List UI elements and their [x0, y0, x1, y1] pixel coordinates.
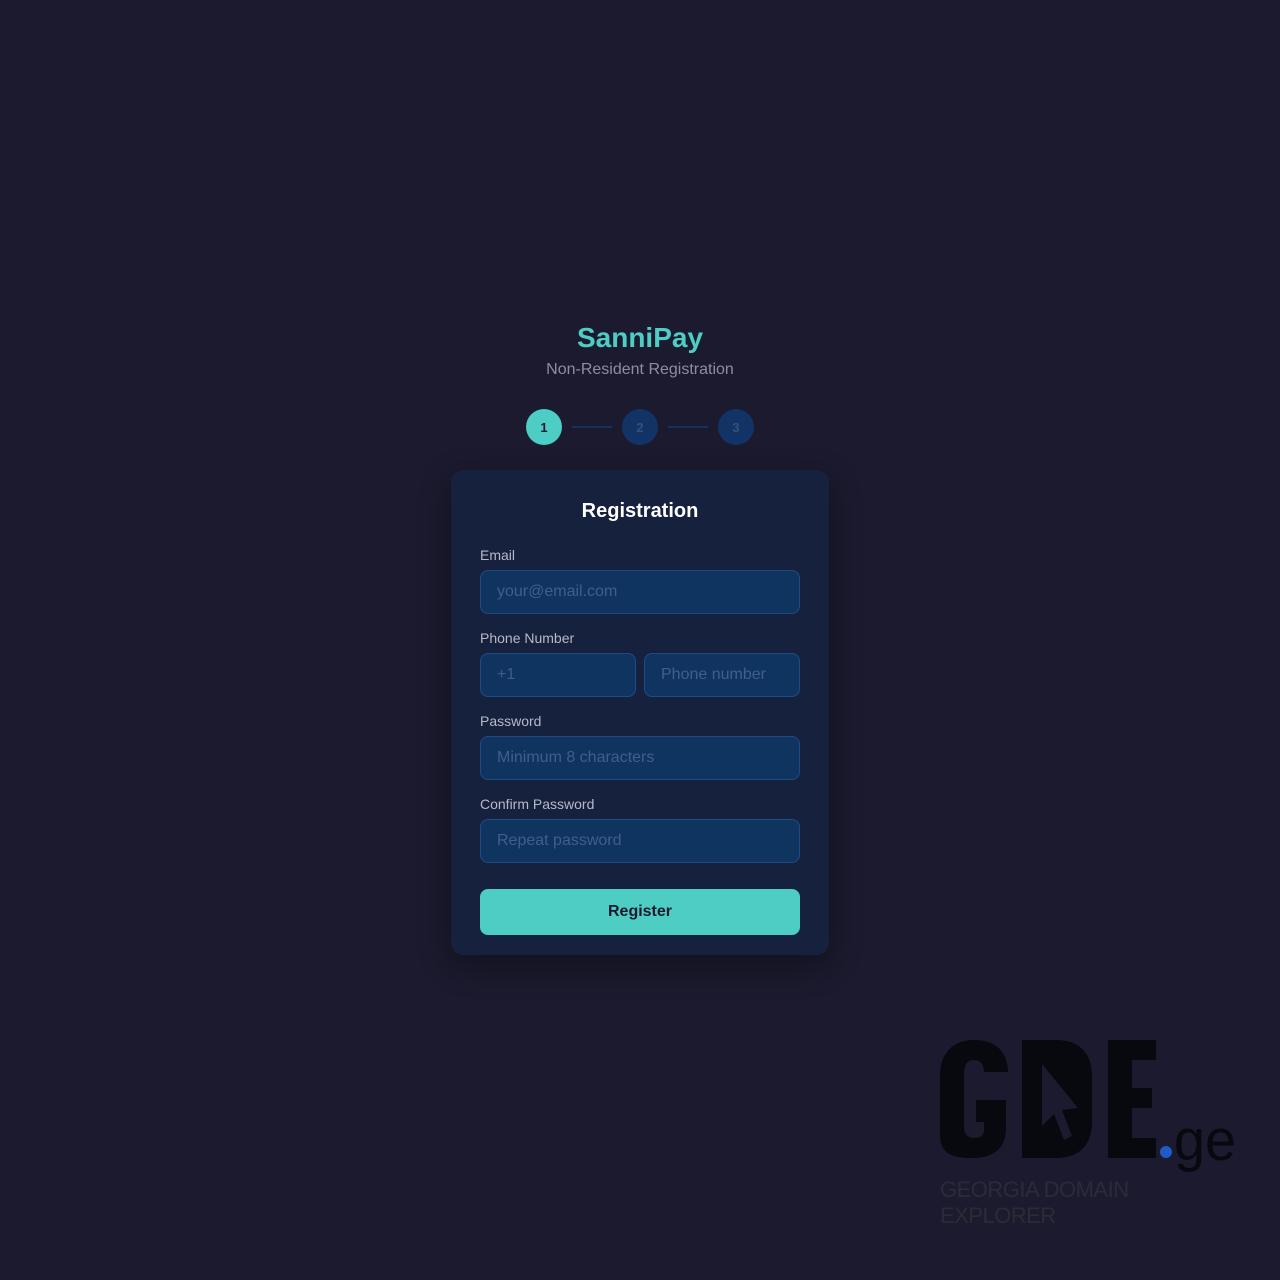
phone-number-input[interactable] — [644, 653, 800, 697]
registration-stepper: 1 2 3 — [526, 409, 754, 445]
confirm-password-input[interactable] — [480, 819, 800, 863]
phone-label: Phone Number — [480, 630, 575, 646]
step-connector — [668, 426, 708, 428]
register-button[interactable]: Register — [480, 889, 800, 935]
email-group: Email — [480, 547, 800, 614]
phone-group: Phone Number — [480, 630, 800, 697]
step-3: 3 — [718, 409, 754, 445]
email-label: Email — [480, 547, 516, 563]
confirm-password-group: Confirm Password — [480, 796, 800, 863]
password-label: Password — [480, 713, 542, 729]
page: SanniPay Non-Resident Registration 1 2 3… — [0, 0, 1280, 1280]
step-1: 1 — [526, 409, 562, 445]
brand-subtitle: Non-Resident Registration — [546, 361, 734, 378]
country-code-input[interactable] — [480, 653, 636, 697]
phone-row — [480, 653, 800, 697]
password-group: Password — [480, 713, 800, 780]
card-title: Registration — [581, 500, 699, 522]
confirm-password-label: Confirm Password — [480, 796, 595, 812]
email-input[interactable] — [480, 570, 800, 614]
logo-wordmark: ge — [1174, 1108, 1236, 1173]
step-2: 2 — [622, 409, 658, 445]
step-connector — [572, 426, 612, 428]
registration-card: Registration Email Phone Number Password… — [451, 470, 829, 955]
password-input[interactable] — [480, 736, 800, 780]
brand-title: SanniPay — [576, 322, 704, 353]
watermark-tagline: GEORGIA DOMAIN EXPLORER — [940, 1177, 1129, 1228]
